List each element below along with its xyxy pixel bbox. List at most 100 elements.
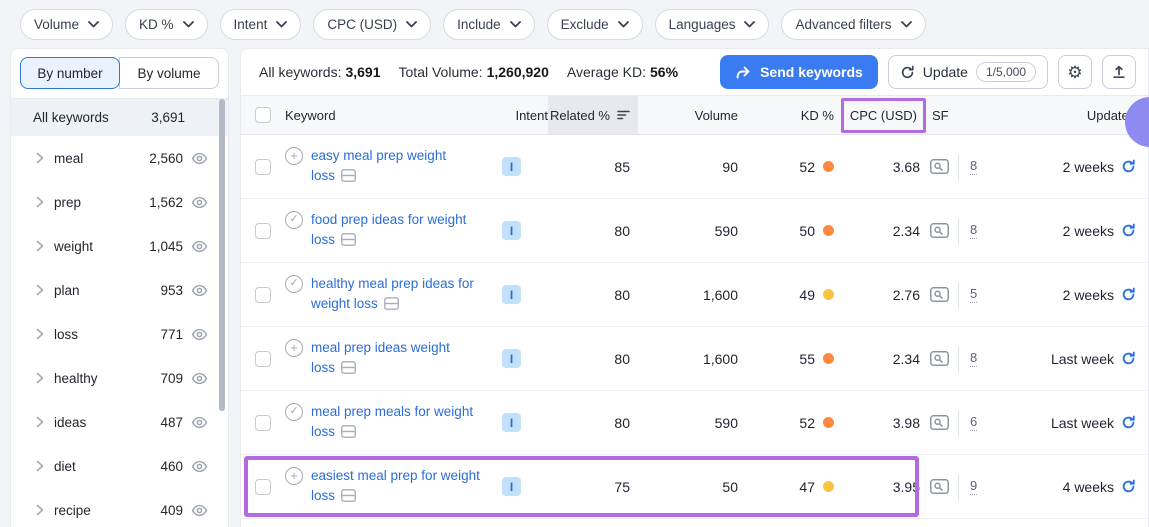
filter-dropdown[interactable]: CPC (USD) [313, 9, 431, 40]
table-row[interactable]: food prep ideas for weightloss I 80 590 … [241, 199, 1148, 263]
group-row[interactable]: healthy 709 [11, 356, 228, 400]
chevron-right-icon[interactable] [36, 504, 44, 516]
group-row[interactable]: loss 771 [11, 312, 228, 356]
refresh-metrics-icon[interactable] [1121, 223, 1136, 238]
group-row[interactable]: weight 1,045 [11, 224, 228, 268]
chevron-right-icon[interactable] [36, 152, 44, 164]
filter-dropdown[interactable]: Exclude [547, 9, 643, 40]
eye-icon[interactable] [191, 372, 208, 385]
send-keywords-button[interactable]: Send keywords [720, 55, 878, 89]
filter-dropdown[interactable]: Include [443, 9, 535, 40]
add-keyword-icon[interactable] [285, 403, 303, 421]
chevron-right-icon[interactable] [36, 284, 44, 296]
row-checkbox[interactable] [255, 159, 271, 175]
add-keyword-icon[interactable] [285, 275, 303, 293]
row-checkbox[interactable] [255, 415, 271, 431]
column-header-kd[interactable]: KD % [738, 96, 834, 134]
sidebar-scrollbar-thumb[interactable] [219, 99, 225, 411]
export-button[interactable] [1102, 55, 1136, 89]
filter-dropdown[interactable]: Volume [20, 9, 113, 40]
serp-features-icon[interactable] [341, 360, 356, 380]
filter-dropdown[interactable]: KD % [125, 9, 208, 40]
sf-count-link[interactable]: 9 [970, 478, 977, 495]
serp-preview-icon[interactable] [930, 159, 949, 174]
keyword-link[interactable]: food prep ideas for weightloss [311, 210, 489, 247]
refresh-metrics-icon[interactable] [1121, 159, 1136, 174]
column-header-keyword[interactable]: Keyword [285, 96, 502, 134]
group-row[interactable]: meal 2,560 [11, 136, 228, 180]
group-row[interactable]: recipe 409 [11, 488, 228, 527]
add-keyword-icon[interactable] [285, 147, 303, 165]
settings-button[interactable]: ⚙ [1058, 55, 1092, 89]
chevron-right-icon[interactable] [36, 240, 44, 252]
refresh-metrics-icon[interactable] [1121, 351, 1136, 366]
cpc-value: 3.68 [893, 159, 920, 175]
column-header-cpc[interactable]: CPC (USD) [834, 96, 920, 134]
keyword-link[interactable]: meal prep ideas weightloss [311, 338, 489, 375]
serp-preview-icon[interactable] [930, 415, 949, 430]
group-row[interactable]: ideas 487 [11, 400, 228, 444]
column-header-related[interactable]: Related % [548, 96, 638, 134]
serp-preview-icon[interactable] [930, 351, 949, 366]
eye-icon[interactable] [191, 196, 208, 209]
row-checkbox[interactable] [255, 223, 271, 239]
sf-count-link[interactable]: 5 [970, 286, 977, 303]
chevron-right-icon[interactable] [36, 328, 44, 340]
table-row[interactable]: easy meal prep weightloss I 85 90 52 3.6… [241, 135, 1148, 199]
group-row[interactable]: diet 460 [11, 444, 228, 488]
serp-preview-icon[interactable] [930, 287, 949, 302]
chevron-right-icon[interactable] [36, 416, 44, 428]
sf-count-link[interactable]: 8 [970, 222, 977, 239]
add-keyword-icon[interactable] [285, 467, 303, 485]
chevron-right-icon[interactable] [36, 372, 44, 384]
filter-dropdown[interactable]: Intent [220, 9, 302, 40]
keyword-link[interactable]: easy meal prep weightloss [311, 146, 489, 183]
table-row[interactable]: meal prep meals for weightloss I 80 590 … [241, 391, 1148, 455]
tab-by-volume[interactable]: By volume [119, 57, 219, 89]
column-header-sf[interactable]: SF [920, 96, 1008, 134]
all-keywords-row[interactable]: All keywords 3,691 [11, 99, 228, 136]
column-header-intent[interactable]: Intent [502, 96, 548, 134]
serp-features-icon[interactable] [341, 168, 356, 188]
keyword-link[interactable]: meal prep meals for weightloss [311, 402, 489, 439]
eye-icon[interactable] [191, 460, 208, 473]
eye-icon[interactable] [191, 328, 208, 341]
serp-features-icon[interactable] [341, 488, 356, 508]
table-row[interactable]: easiest meal prep for weightloss I 75 50… [241, 455, 1148, 519]
serp-features-icon[interactable] [341, 232, 356, 252]
tab-by-number[interactable]: By number [20, 57, 120, 89]
eye-icon[interactable] [191, 504, 208, 517]
table-row[interactable]: healthy meal prep ideas forweight loss I… [241, 263, 1148, 327]
update-button[interactable]: Update 1/5,000 [888, 55, 1048, 89]
eye-icon[interactable] [191, 240, 208, 253]
eye-icon[interactable] [191, 152, 208, 165]
filter-dropdown[interactable]: Languages [655, 9, 770, 40]
chevron-right-icon[interactable] [36, 460, 44, 472]
refresh-metrics-icon[interactable] [1121, 287, 1136, 302]
keyword-link[interactable]: healthy meal prep ideas forweight loss [311, 274, 489, 311]
add-keyword-icon[interactable] [285, 339, 303, 357]
row-checkbox[interactable] [255, 287, 271, 303]
chevron-right-icon[interactable] [36, 196, 44, 208]
serp-features-icon[interactable] [341, 424, 356, 444]
keyword-link[interactable]: easiest meal prep for weightloss [311, 466, 489, 503]
sf-count-link[interactable]: 8 [970, 158, 977, 175]
filter-dropdown[interactable]: Advanced filters [781, 9, 925, 40]
add-keyword-icon[interactable] [285, 211, 303, 229]
serp-preview-icon[interactable] [930, 223, 949, 238]
refresh-metrics-icon[interactable] [1121, 415, 1136, 430]
column-header-volume[interactable]: Volume [638, 96, 738, 134]
refresh-metrics-icon[interactable] [1121, 479, 1136, 494]
eye-icon[interactable] [191, 284, 208, 297]
group-row[interactable]: plan 953 [11, 268, 228, 312]
serp-features-icon[interactable] [384, 296, 399, 316]
row-checkbox[interactable] [255, 479, 271, 495]
sf-count-link[interactable]: 8 [970, 350, 977, 367]
select-all-checkbox[interactable] [255, 107, 271, 123]
sf-count-link[interactable]: 6 [970, 414, 977, 431]
row-checkbox[interactable] [255, 351, 271, 367]
serp-preview-icon[interactable] [930, 479, 949, 494]
eye-icon[interactable] [191, 416, 208, 429]
table-row[interactable]: meal prep ideas weightloss I 80 1,600 55… [241, 327, 1148, 391]
group-row[interactable]: prep 1,562 [11, 180, 228, 224]
